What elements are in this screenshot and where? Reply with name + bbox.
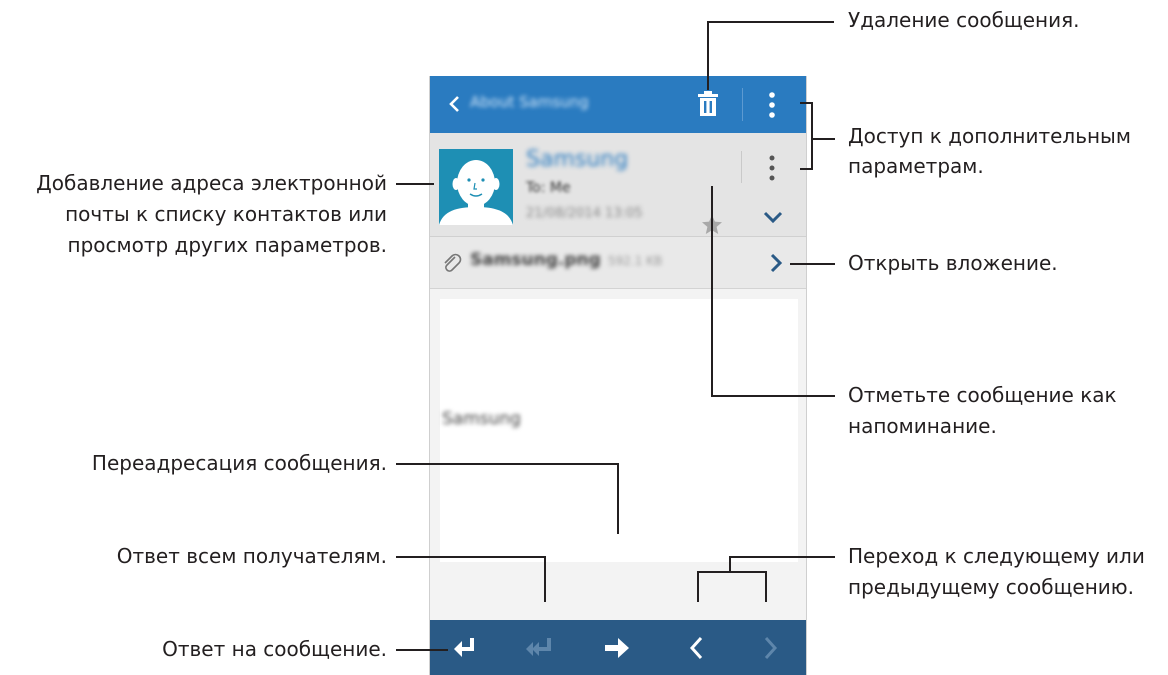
delete-icon[interactable]: [696, 90, 720, 118]
open-attachment-callout-line: [790, 263, 835, 265]
sender-avatar[interactable]: [439, 149, 513, 225]
paperclip-icon: [444, 253, 462, 272]
mark-reminder-callout-line-1: Отметьте сообщение как: [848, 383, 1117, 407]
action-bar-divider: [742, 88, 743, 121]
forward-callout-line: [617, 463, 619, 534]
reply-all-callout-line: [544, 556, 546, 602]
chevron-down-icon[interactable]: [762, 209, 784, 225]
reply-all-callout: Ответ всем получателям.: [116, 544, 387, 568]
reply-callout-line: [396, 649, 448, 651]
add-contact-callout-line-3: просмотр других параметров.: [67, 233, 388, 257]
more-options-callout-line: [811, 138, 835, 140]
previous-message-icon[interactable]: [682, 634, 712, 662]
next-prev-callout-line-1: Переход к следующему или: [848, 544, 1145, 568]
contact-options-icon[interactable]: [766, 153, 778, 183]
more-options-callout-line: [811, 102, 813, 170]
attachment-row[interactable]: Samsung.png 592.1 KB: [430, 237, 806, 289]
open-attachment-callout: Открыть вложение.: [848, 251, 1058, 275]
reply-icon[interactable]: [450, 634, 480, 662]
forward-icon[interactable]: [602, 634, 632, 662]
recipient-label: To: Me: [526, 180, 571, 196]
next-prev-callout-line: [765, 571, 767, 602]
more-options-callout-line-2: параметрам.: [848, 154, 984, 178]
email-body-text: Samsung: [442, 409, 521, 429]
chevron-right-icon[interactable]: [769, 252, 783, 274]
mark-reminder-callout-line: [711, 186, 713, 397]
add-contact-callout-line-2: почты к списку контактов или: [65, 202, 387, 226]
reply-callout: Ответ на сообщение.: [162, 637, 387, 661]
next-prev-callout-line: [729, 556, 731, 572]
next-prev-callout-line-2: предыдущему сообщению.: [848, 575, 1134, 599]
reply-all-callout-line: [396, 556, 546, 558]
back-icon[interactable]: [440, 90, 468, 118]
next-message-icon[interactable]: [755, 634, 785, 662]
forward-callout-line: [396, 463, 619, 465]
add-contact-callout-line-1: Добавление адреса электронной: [36, 171, 387, 195]
delete-callout-line: [707, 21, 834, 23]
email-date: 21/08/2014 13:05: [526, 206, 643, 221]
header-divider: [741, 151, 742, 183]
email-body: Samsung: [440, 299, 798, 562]
action-bar: About Samsung: [430, 76, 806, 133]
delete-callout: Удаление сообщения.: [848, 8, 1080, 32]
email-viewer-screen: About Samsung Samsung To: Me 21/08/2014 …: [429, 76, 807, 675]
reply-all-icon[interactable]: [525, 634, 555, 662]
delete-callout-line: [707, 21, 709, 90]
add-contact-callout-line: [396, 183, 434, 185]
sender-name[interactable]: Samsung: [526, 147, 628, 172]
email-subject-title: About Samsung: [470, 93, 589, 111]
attachment-name: Samsung.png: [470, 250, 601, 270]
forward-callout: Переадресация сообщения.: [91, 451, 387, 475]
next-prev-callout-line: [697, 571, 699, 602]
bottom-toolbar: [430, 620, 806, 675]
more-options-callout-line: [800, 168, 813, 170]
next-prev-callout-line: [729, 556, 835, 558]
more-options-callout-line-1: Доступ к дополнительным: [848, 124, 1131, 148]
mark-reminder-callout-line-2: напоминание.: [848, 414, 997, 438]
attachment-size: 592.1 KB: [608, 254, 663, 268]
more-options-icon[interactable]: [766, 90, 778, 120]
next-prev-callout-line: [697, 571, 767, 573]
mark-reminder-callout-line: [711, 395, 835, 397]
email-header: Samsung To: Me 21/08/2014 13:05: [430, 133, 806, 237]
